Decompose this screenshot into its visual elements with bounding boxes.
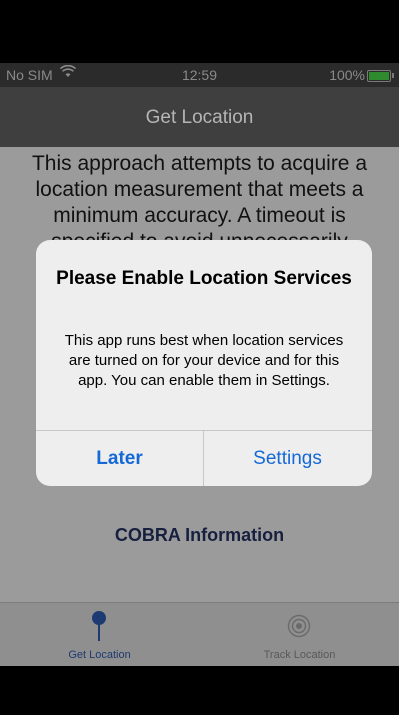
alert-title: Please Enable Location Services	[56, 268, 352, 289]
map-pin-icon	[92, 611, 106, 641]
tab-track-location[interactable]: Track Location	[200, 603, 399, 666]
alert-message: This app runs best when location service…	[64, 332, 344, 389]
status-bar: No SIM 12:59 100%	[0, 63, 399, 87]
battery-icon	[367, 70, 394, 82]
navigation-bar: Get Location	[0, 87, 399, 147]
tab-label: Get Location	[68, 649, 131, 661]
target-icon	[287, 614, 311, 638]
later-button[interactable]: Later	[36, 431, 203, 486]
cobra-information-link[interactable]: COBRA Information	[0, 525, 399, 546]
tab-bar: Get Location Track Location	[0, 602, 399, 666]
page-title: Get Location	[145, 107, 254, 128]
tab-label: Track Location	[263, 649, 336, 661]
alert-button-row: Later Settings	[36, 430, 372, 486]
tab-get-location[interactable]: Get Location	[0, 603, 199, 666]
settings-button[interactable]: Settings	[204, 431, 371, 486]
location-services-alert: Please Enable Location Services This app…	[36, 240, 372, 486]
battery-percent: 100%	[329, 67, 365, 83]
